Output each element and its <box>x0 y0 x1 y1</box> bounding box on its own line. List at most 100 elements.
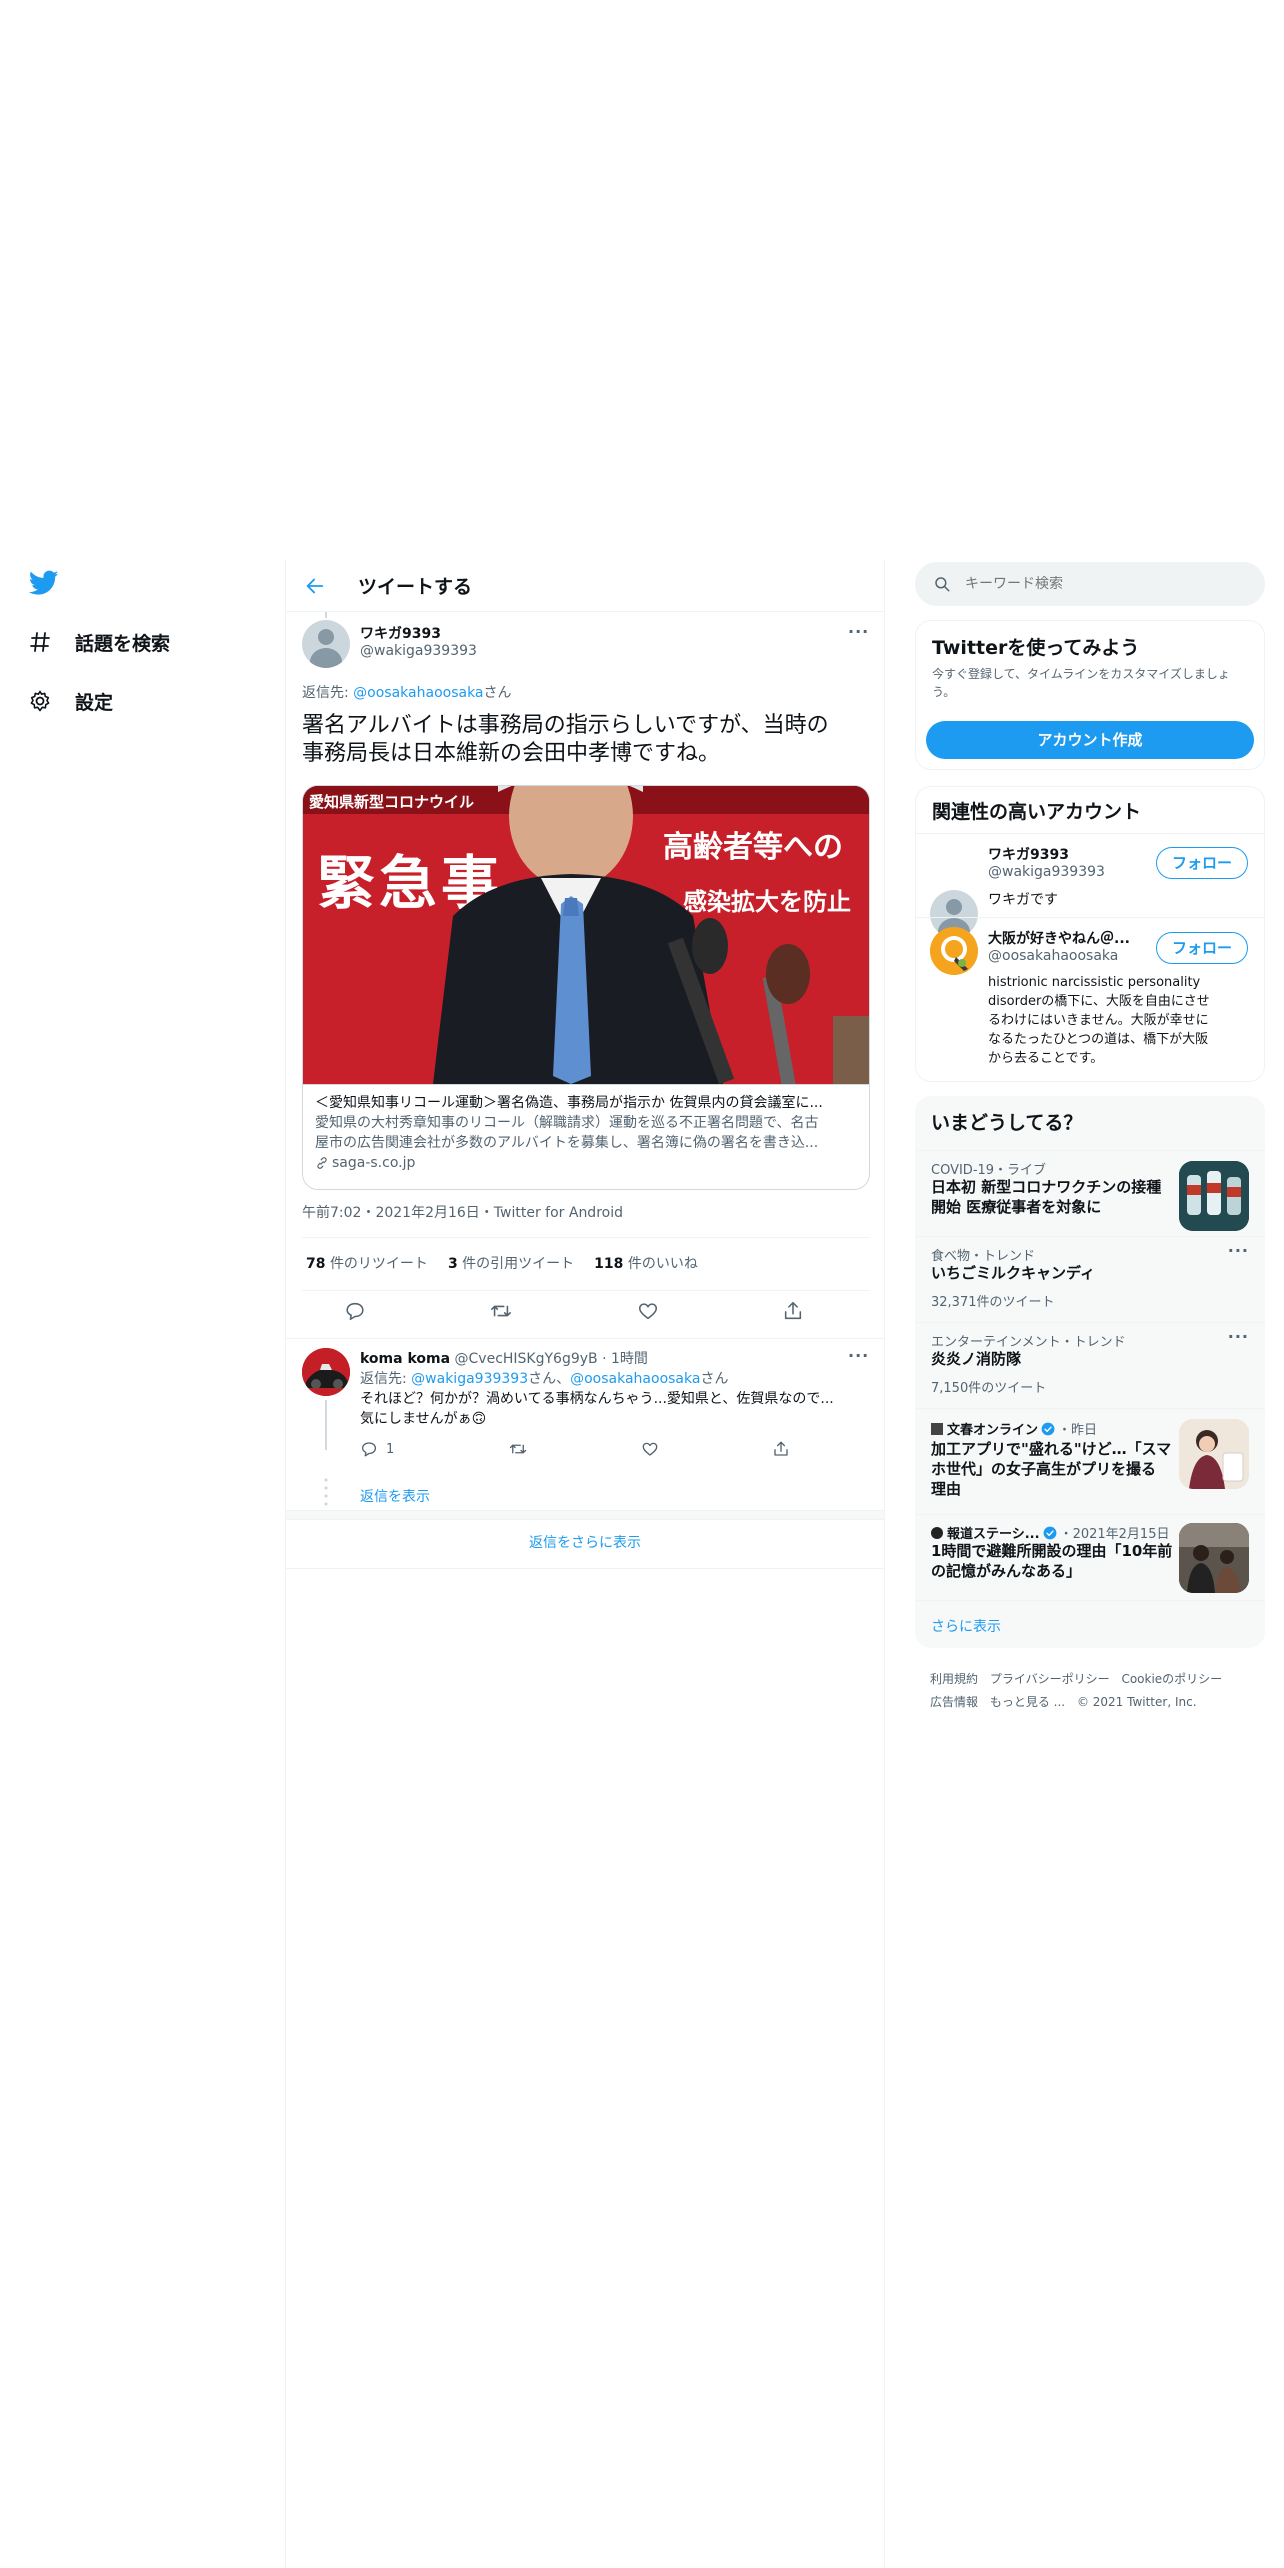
trend-title-line: ホ世代」の女子高生がプリを撮る <box>931 1460 1157 1478</box>
trend-source-name[interactable]: 文春オンライン <box>947 1419 1038 1438</box>
trend-source-name[interactable]: 報道ステーシ... <box>947 1523 1040 1542</box>
account-bio: ワキガです <box>988 892 1058 908</box>
gear-icon <box>28 689 52 713</box>
likes-stat[interactable]: 118 件のいいね <box>594 1253 698 1273</box>
card-domain: saga-s.co.jp <box>332 1155 416 1171</box>
avatar[interactable] <box>302 620 350 668</box>
search-input[interactable] <box>965 576 1235 592</box>
page-title: ツイートする <box>358 576 473 598</box>
back-arrow-icon[interactable] <box>304 575 326 597</box>
account-name[interactable]: 大阪が好きやねん＠... <box>988 928 1158 948</box>
quotes-label: 件の引用ツイート <box>462 1256 575 1272</box>
trend-title-line: 開始 医療従事者を対象に <box>931 1198 1102 1216</box>
tweet-author-name[interactable]: ワキガ9393 <box>360 623 441 643</box>
likes-count: 118 <box>594 1256 624 1272</box>
more-replies-link[interactable]: 返信をさらに表示 <box>286 1532 884 1552</box>
trend-title: 加工アプリで"盛れる"けど…「スマ ホ世代」の女子高生がプリを撮る 理由 <box>931 1439 1171 1499</box>
reply-count: 1 <box>386 1441 395 1457</box>
account-bio-line: disorderの橋下に、大阪を自由にさせ <box>988 994 1210 1009</box>
reply-to-link[interactable]: @wakiga939393 <box>411 1371 528 1387</box>
card-description-line: 屋市の広告関連会社が多数のアルバイトを募集し、署名簿に偽の署名を書き込... <box>315 1135 819 1151</box>
more-options-icon[interactable]: ··· <box>848 1346 869 1365</box>
source-logo-icon <box>931 1526 943 1539</box>
nav-settings[interactable]: 設定 <box>28 681 113 721</box>
trend-item[interactable]: 報道ステーシ... ・2021年2月15日 1時間で避難所開設の理由「10年前 … <box>915 1514 1265 1600</box>
follow-button[interactable]: フォロー <box>1156 847 1248 879</box>
tweet-author-handle[interactable]: @wakiga939393 <box>360 643 477 659</box>
like-icon[interactable] <box>641 1440 659 1458</box>
divider <box>302 1237 870 1238</box>
share-icon[interactable] <box>782 1300 804 1322</box>
quotes-stat[interactable]: 3 件の引用ツイート <box>448 1253 574 1273</box>
reply-to-line: 返信先: @oosakahaoosakaさん <box>302 682 512 702</box>
footer-link[interactable]: Cookieのポリシー <box>1121 1672 1222 1686</box>
trend-item[interactable]: エンターテインメント・トレンド ··· 炎炎ノ消防隊 7,150件のツイート <box>915 1322 1265 1408</box>
card-description: 愛知県の大村秀章知事のリコール（解職請求）運動を巡る不正署名問題で、名古 屋市の… <box>315 1113 859 1153</box>
twitter-logo-icon[interactable] <box>29 570 59 596</box>
divider <box>286 1338 884 1339</box>
reply-time[interactable]: 1時間 <box>611 1351 648 1367</box>
nav-explore[interactable]: 話題を検索 <box>28 622 170 662</box>
source-logo-icon <box>931 1422 943 1435</box>
card-photo-person <box>433 786 869 1084</box>
more-options-icon[interactable]: ··· <box>1228 1241 1249 1260</box>
footer-row: 利用規約 プライバシーポリシー Cookieのポリシー <box>930 1668 1265 1691</box>
relevant-accounts-panel: 関連性の高いアカウント ワキガ9393 @wakiga939393 フォロー ワ… <box>915 786 1265 1082</box>
trend-context: COVID-19・ライブ <box>931 1163 1047 1178</box>
reply-to-link[interactable]: @oosakahaoosaka <box>353 685 483 701</box>
reply-text-line: 気にしませんがぁ🙃 <box>360 1411 487 1427</box>
create-account-button[interactable]: アカウント作成 <box>926 721 1254 759</box>
likes-label: 件のいいね <box>627 1256 698 1272</box>
like-icon[interactable] <box>637 1300 659 1322</box>
avatar[interactable] <box>930 927 978 975</box>
account-handle[interactable]: @wakiga939393 <box>988 864 1105 880</box>
reply-to-link[interactable]: @oosakahaoosaka <box>570 1371 700 1387</box>
verified-badge-icon <box>1043 1526 1057 1540</box>
retweets-label: 件のリツイート <box>329 1256 428 1272</box>
footer-link[interactable]: もっと見る ... <box>990 1695 1065 1709</box>
trend-item[interactable]: 食べ物・トレンド ··· いちごミルクキャンディ 32,371件のツイート <box>915 1236 1265 1322</box>
reply-button[interactable]: 1 <box>360 1440 394 1458</box>
reply-author-handle[interactable]: @CvecHISKgY6g9yB <box>455 1351 598 1367</box>
footer-link[interactable]: プライバシーポリシー <box>990 1672 1110 1686</box>
link-card[interactable]: 愛知県新型コロナウイル 緊急事 高齢者等への 感染拡大を防止 ＜愛知県知事リコー… <box>302 785 870 1190</box>
card-domain-row: saga-s.co.jp <box>315 1153 859 1173</box>
avatar[interactable] <box>302 1348 350 1396</box>
more-options-icon[interactable]: ··· <box>1228 1327 1249 1346</box>
tweet-text: 署名アルバイトは事務局の指示らしいですが、当時の 事務局長は日本維新の会田中孝博… <box>302 712 872 768</box>
section-gap <box>286 1510 884 1520</box>
tweet-stats: 78 件のリツイート 3 件の引用ツイート 118 件のいいね <box>306 1253 698 1273</box>
reply-text: それほど？何かが？渦めいてる事柄なんちゃう...愛知県と、佐賀県なので... 気… <box>360 1389 870 1429</box>
retweets-count: 78 <box>306 1256 326 1272</box>
reply-icon[interactable] <box>344 1300 366 1322</box>
tweet-timestamp[interactable]: 午前7:02・2021年2月16日・Twitter for Android <box>302 1202 623 1222</box>
trend-title: いちごミルクキャンディ <box>931 1264 1095 1282</box>
follow-button[interactable]: フォロー <box>1156 932 1248 964</box>
footer-link[interactable]: 広告情報 <box>930 1695 978 1709</box>
reply-text-line: それほど？何かが？渦めいてる事柄なんちゃう...愛知県と、佐賀県なので... <box>360 1391 834 1407</box>
signup-title: Twitterを使ってみよう <box>932 637 1140 659</box>
retweet-icon[interactable] <box>489 1300 513 1322</box>
nav-explore-label: 話題を検索 <box>75 632 171 655</box>
retweet-icon[interactable] <box>508 1440 528 1458</box>
show-more-link[interactable]: さらに表示 <box>931 1616 1001 1636</box>
trend-title-line: 理由 <box>931 1480 962 1498</box>
trend-item[interactable]: 文春オンライン ・昨日 加工アプリで"盛れる"けど…「スマ ホ世代」の女子高生が… <box>915 1408 1265 1514</box>
more-options-icon[interactable]: ··· <box>848 622 869 641</box>
trend-item[interactable]: COVID-19・ライブ 日本初 新型コロナワクチンの接種 開始 医療従事者を対… <box>915 1150 1265 1236</box>
show-replies-link[interactable]: 返信を表示 <box>360 1486 430 1506</box>
footer-link[interactable]: 利用規約 <box>930 1672 978 1686</box>
reply-author-name[interactable]: koma koma <box>360 1351 450 1367</box>
search-box[interactable] <box>915 562 1265 606</box>
trend-title-line: 日本初 新型コロナワクチンの接種 <box>931 1178 1162 1196</box>
main-column: ツイートする ワキガ9393 @wakiga939393 ··· 返信先: @o… <box>285 560 885 2568</box>
account-name[interactable]: ワキガ9393 <box>988 844 1069 864</box>
thread-line <box>325 612 327 618</box>
divider <box>916 917 1264 918</box>
account-handle[interactable]: @oosakahaoosaka <box>988 948 1118 964</box>
trends-title: いまどうしてる？ <box>931 1112 1083 1134</box>
retweets-stat[interactable]: 78 件のリツイート <box>306 1253 428 1273</box>
share-icon[interactable] <box>772 1440 790 1458</box>
trend-title-line: の記憶がみんなある」 <box>931 1562 1082 1580</box>
account-bio-line: から去ることです。 <box>988 1051 1104 1066</box>
